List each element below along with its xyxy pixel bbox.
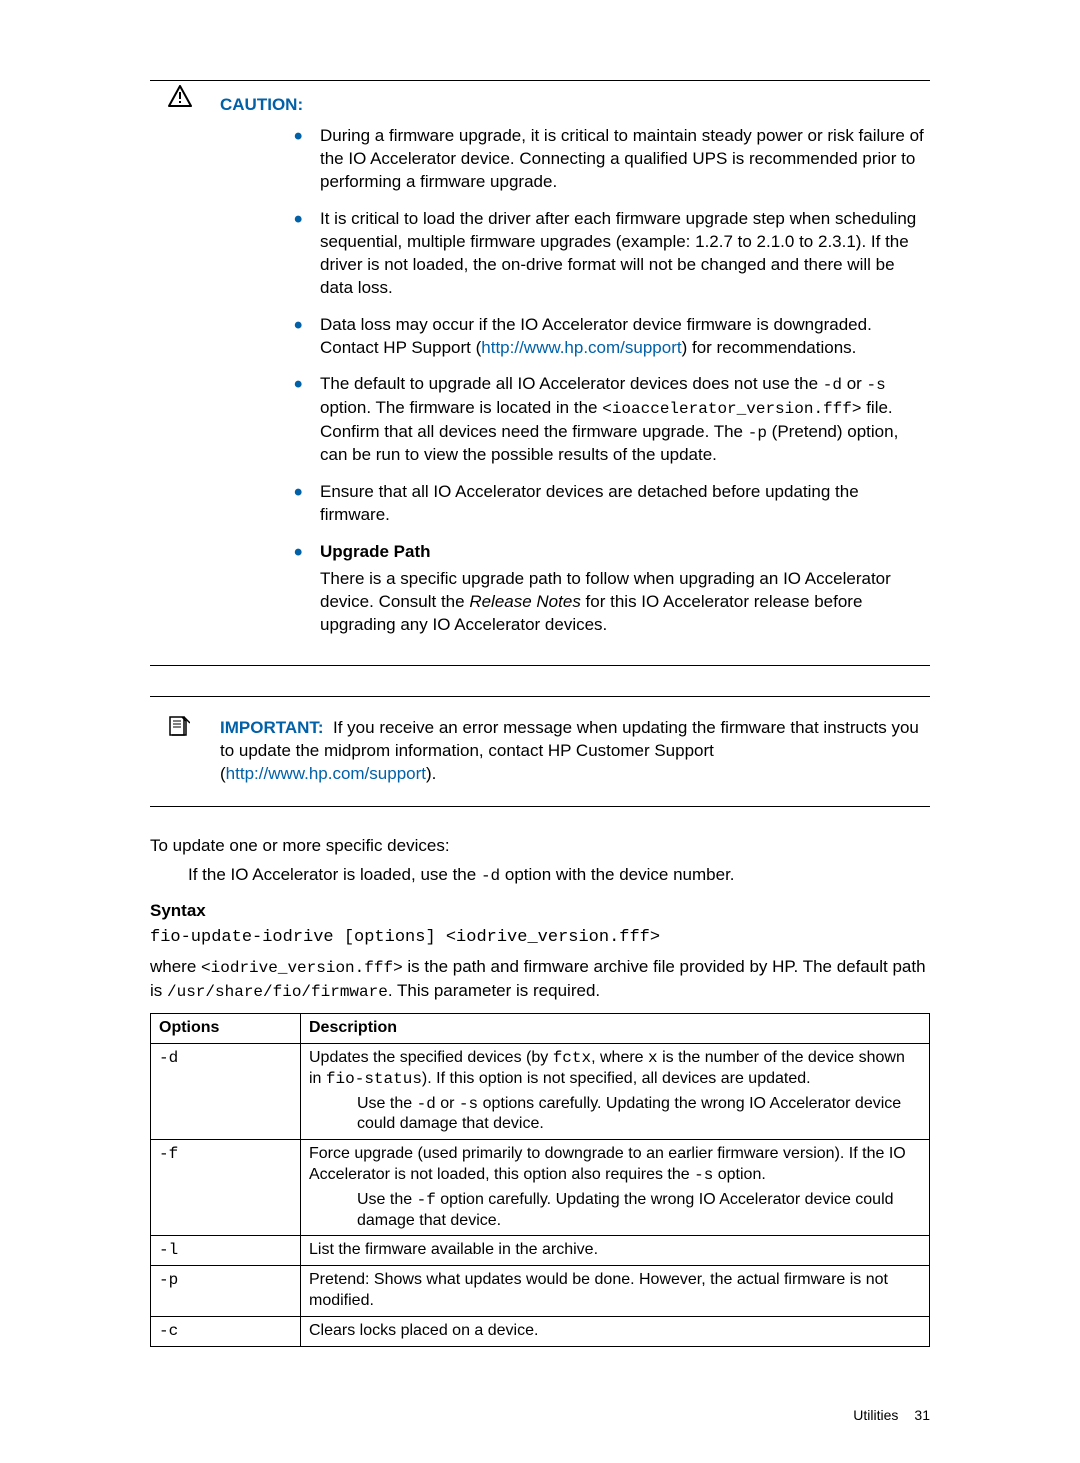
caution-item-text: It is critical to load the driver after … xyxy=(320,209,916,297)
description-cell: Force upgrade (used primarily to downgra… xyxy=(301,1140,930,1236)
footer-page-number: 31 xyxy=(914,1407,930,1423)
text: option with the device number. xyxy=(500,865,734,884)
code-inline: fio-status xyxy=(326,1070,422,1088)
option-cell: -l xyxy=(151,1236,301,1266)
cell-note: Use the -d or -s options carefully. Upda… xyxy=(309,1094,921,1136)
table-header-row: Options Description xyxy=(151,1014,930,1044)
page-footer: Utilities 31 xyxy=(150,1407,930,1423)
description-cell: Updates the specified devices (by fctx, … xyxy=(301,1044,930,1140)
code-inline: -s xyxy=(459,1095,478,1113)
upgrade-path-text: There is a specific upgrade path to foll… xyxy=(320,568,930,637)
code-inline: fctx xyxy=(553,1049,591,1067)
syntax-command: fio-update-iodrive [options] <iodrive_ve… xyxy=(150,927,930,950)
text: Use the xyxy=(357,1095,417,1112)
document-page: CAUTION: During a firmware upgrade, it i… xyxy=(0,0,1080,1463)
hp-support-link[interactable]: http://www.hp.com/support xyxy=(481,338,681,357)
body-paragraph: To update one or more specific devices: xyxy=(150,835,930,858)
important-label: IMPORTANT: xyxy=(220,718,324,737)
important-admonition: IMPORTANT: If you receive an error messa… xyxy=(150,696,930,807)
code-inline: -p xyxy=(748,424,767,442)
caution-item-text: ) for recommendations. xyxy=(682,338,857,357)
description-cell: Pretend: Shows what updates would be don… xyxy=(301,1266,930,1317)
caution-item-text: The default to upgrade all IO Accelerato… xyxy=(320,374,823,393)
release-notes-em: Release Notes xyxy=(469,592,581,611)
text: . This parameter is required. xyxy=(388,981,600,1000)
table-row: -p Pretend: Shows what updates would be … xyxy=(151,1266,930,1317)
syntax-heading: Syntax xyxy=(150,901,930,921)
caution-item-text: or xyxy=(842,374,867,393)
footer-section: Utilities xyxy=(853,1407,898,1423)
code-inline: <ioaccelerator_version.fff> xyxy=(602,400,861,418)
caution-item: During a firmware upgrade, it is critica… xyxy=(320,125,930,194)
caution-item-text: Ensure that all IO Accelerator devices a… xyxy=(320,482,859,524)
description-cell: List the firmware available in the archi… xyxy=(301,1236,930,1266)
options-table: Options Description -d Updates the speci… xyxy=(150,1013,930,1346)
cell-note: Use the -f option carefully. Updating th… xyxy=(309,1190,921,1232)
caution-item: Upgrade Path There is a specific upgrade… xyxy=(320,541,930,637)
code-inline: -d xyxy=(481,867,500,885)
text: option. xyxy=(713,1166,765,1183)
code-inline: -s xyxy=(694,1166,713,1184)
caution-item-text: During a firmware upgrade, it is critica… xyxy=(320,126,924,191)
code-inline: -d xyxy=(417,1095,436,1113)
text: Use the xyxy=(357,1191,417,1208)
description-cell: Clears locks placed on a device. xyxy=(301,1316,930,1346)
upgrade-path-heading: Upgrade Path xyxy=(320,541,930,564)
caution-item: The default to upgrade all IO Accelerato… xyxy=(320,373,930,467)
col-description: Description xyxy=(301,1014,930,1044)
text: Force upgrade (used primarily to downgra… xyxy=(309,1145,906,1183)
text: , where xyxy=(591,1049,648,1066)
note-page-icon xyxy=(168,715,190,744)
option-cell: -f xyxy=(151,1140,301,1236)
caution-admonition: CAUTION: During a firmware upgrade, it i… xyxy=(150,80,930,666)
caution-triangle-icon xyxy=(168,85,192,112)
table-row: -d Updates the specified devices (by fct… xyxy=(151,1044,930,1140)
hp-support-link[interactable]: http://www.hp.com/support xyxy=(226,764,426,783)
where-paragraph: where <iodrive_version.fff> is the path … xyxy=(150,956,930,1003)
code-inline: -s xyxy=(867,376,886,394)
text: option carefully. Updating the wrong IO … xyxy=(357,1191,894,1229)
body-paragraph-indent: If the IO Accelerator is loaded, use the… xyxy=(188,864,930,888)
caution-item: Ensure that all IO Accelerator devices a… xyxy=(320,481,930,527)
option-cell: -c xyxy=(151,1316,301,1346)
col-options: Options xyxy=(151,1014,301,1044)
table-row: -f Force upgrade (used primarily to down… xyxy=(151,1140,930,1236)
code-inline: /usr/share/fio/firmware xyxy=(167,983,388,1001)
text: If the IO Accelerator is loaded, use the xyxy=(188,865,481,884)
code-inline: <iodrive_version.fff> xyxy=(201,959,403,977)
table-row: -l List the firmware available in the ar… xyxy=(151,1236,930,1266)
text: Updates the specified devices (by xyxy=(309,1049,553,1066)
table-row: -c Clears locks placed on a device. xyxy=(151,1316,930,1346)
caution-label: CAUTION: xyxy=(220,95,303,114)
caution-item-text: option. The firmware is located in the xyxy=(320,398,602,417)
text: or xyxy=(436,1095,459,1112)
caution-list: During a firmware upgrade, it is critica… xyxy=(220,125,930,637)
caution-item: It is critical to load the driver after … xyxy=(320,208,930,300)
text: where xyxy=(150,957,201,976)
option-cell: -d xyxy=(151,1044,301,1140)
caution-item: Data loss may occur if the IO Accelerato… xyxy=(320,314,930,360)
important-text: ). xyxy=(426,764,436,783)
code-inline: -d xyxy=(823,376,842,394)
text: ). If this option is not specified, all … xyxy=(422,1070,811,1087)
option-cell: -p xyxy=(151,1266,301,1317)
code-inline: x xyxy=(648,1049,658,1067)
code-inline: -f xyxy=(417,1191,436,1209)
